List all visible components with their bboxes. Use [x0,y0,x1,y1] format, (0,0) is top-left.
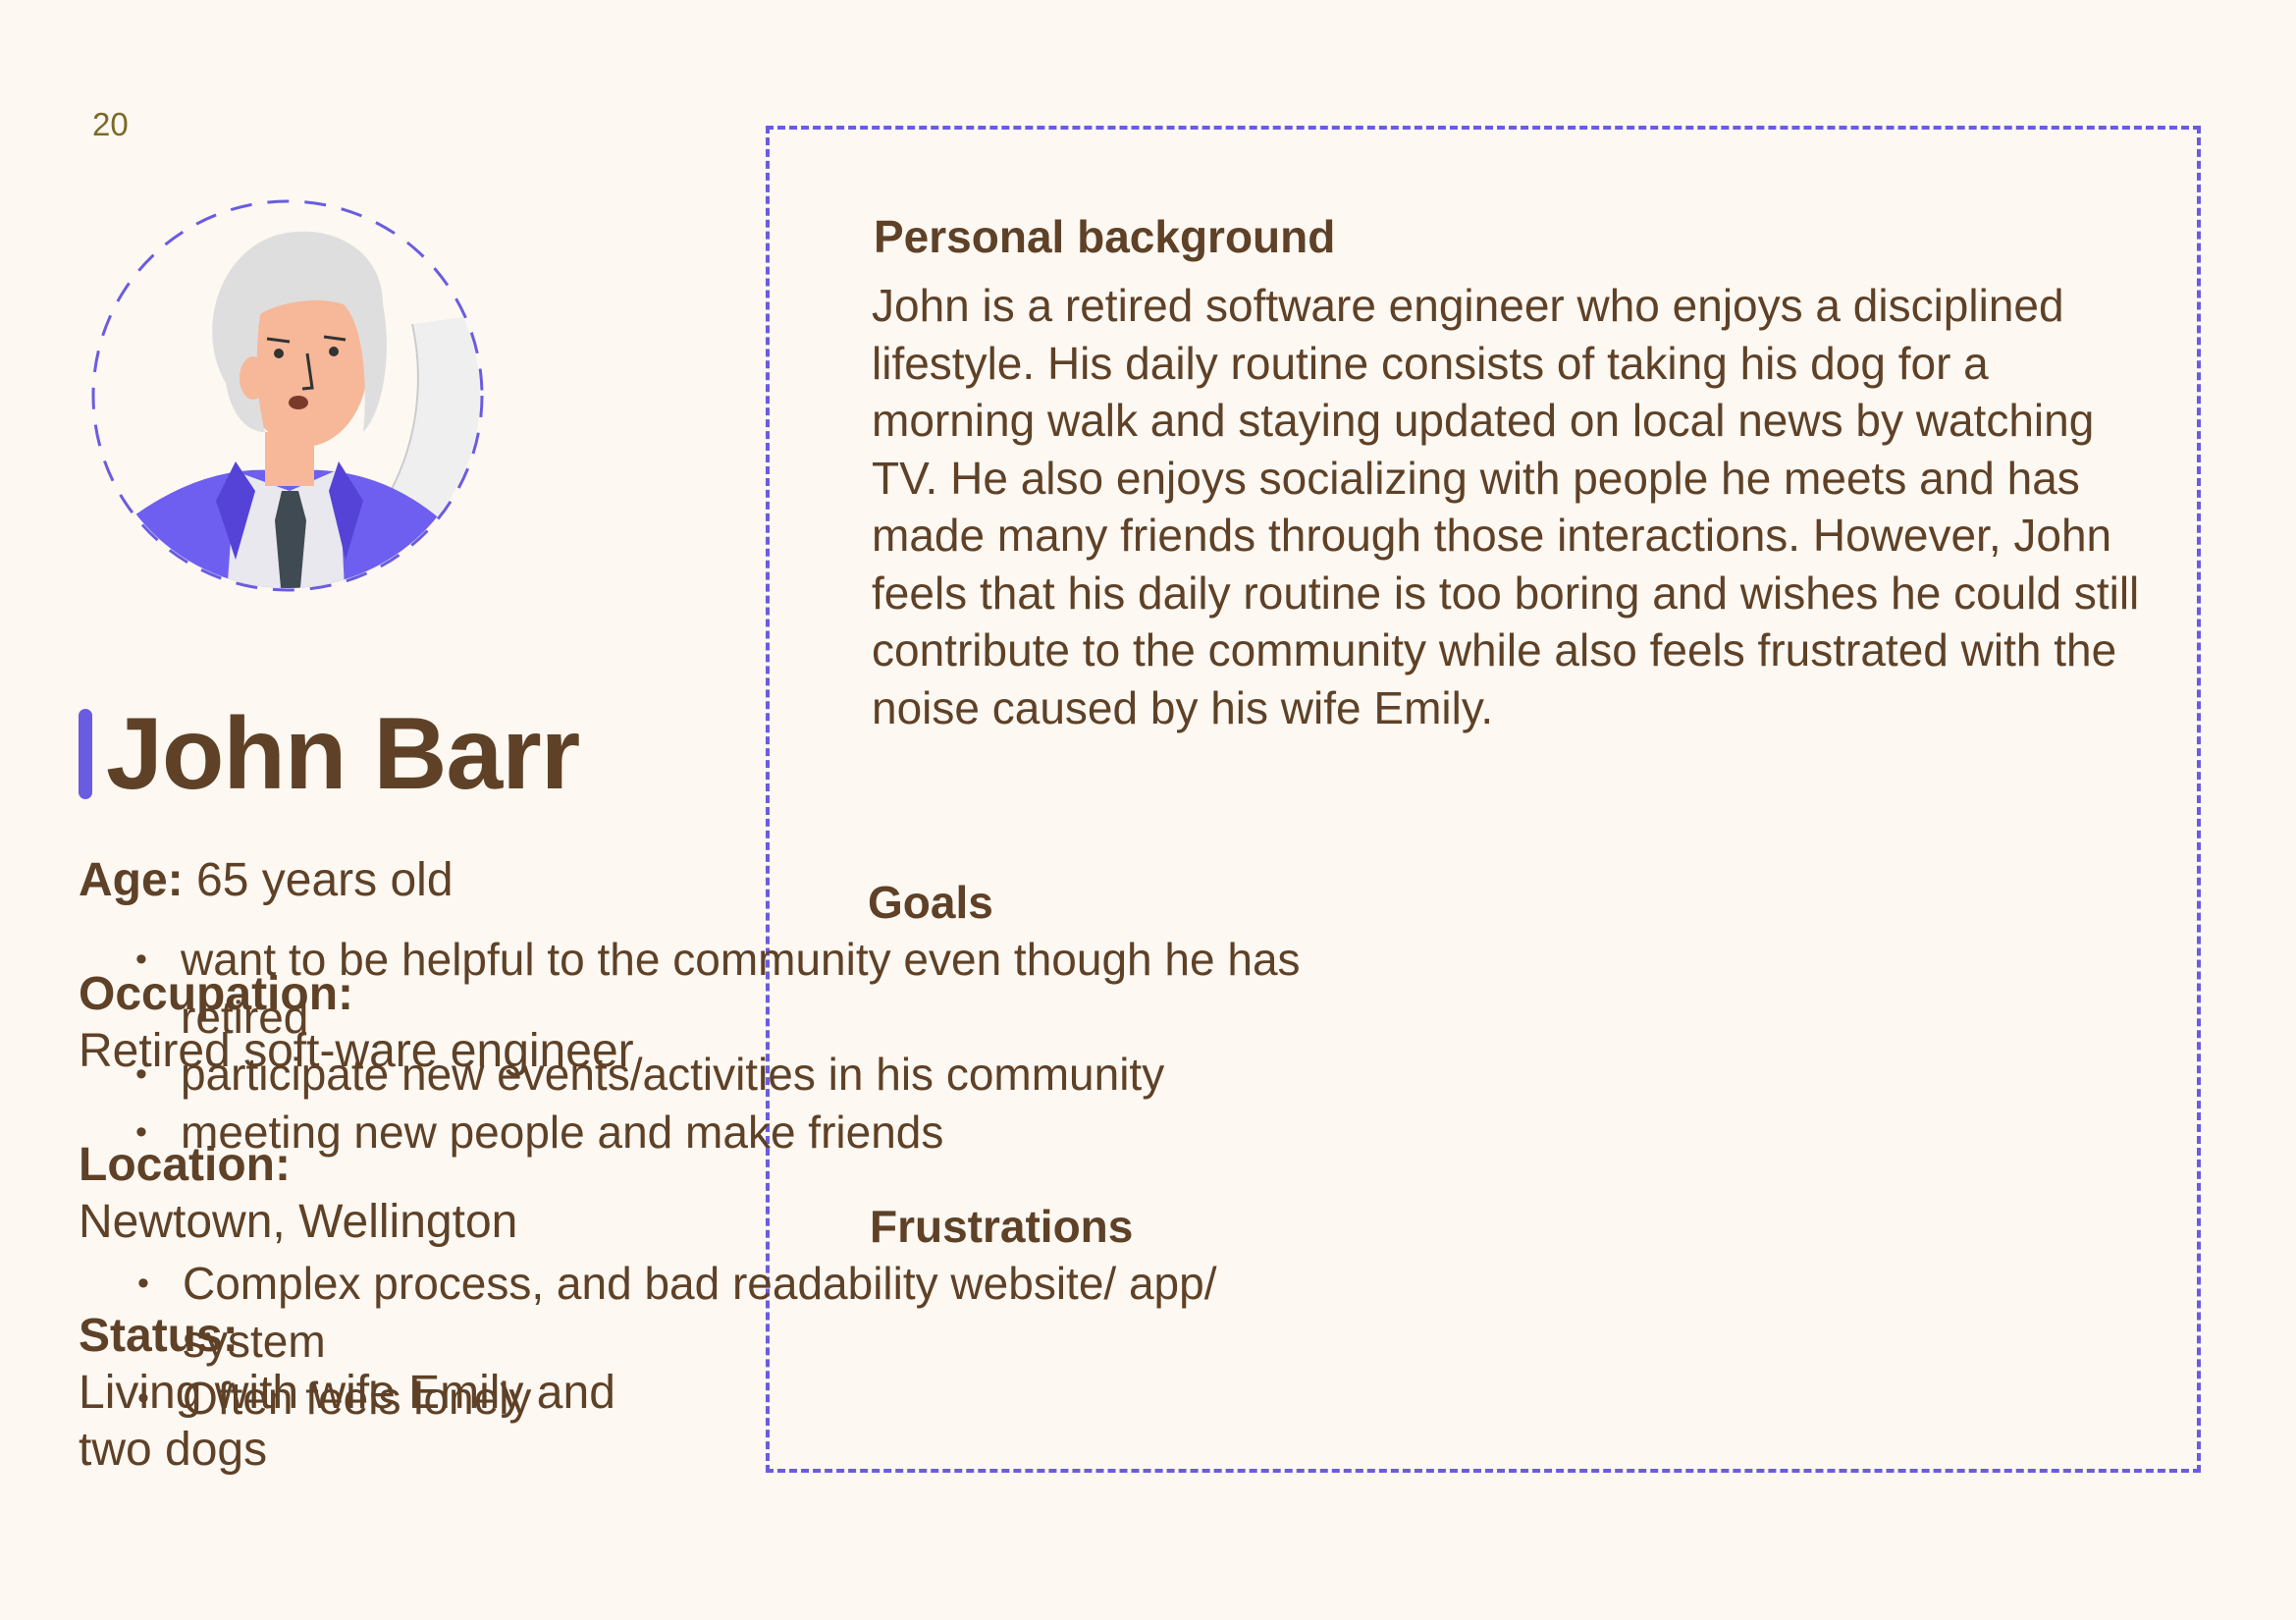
background-title: Personal background [874,211,1336,262]
persona-name: John Barr [106,697,580,811]
list-item: meeting new people and make friends [128,1104,1335,1161]
elderly-man-avatar-icon [91,199,484,592]
age-label: Age: [79,854,184,906]
persona-name-row: John Barr [79,697,580,811]
goals-list: want to be helpful to the community even… [128,931,1335,1161]
list-item: participate new events/activities in his… [128,1046,1335,1104]
avatar [88,196,487,595]
age-value: 65 years old [196,854,454,906]
location-value: Newtown, Wellington [79,1196,518,1248]
accent-bar [79,709,92,799]
frustrations-title: Frustrations [870,1201,1134,1252]
list-item: Often feels lonely [130,1370,1337,1428]
age-field: Age: 65 years old [79,852,707,909]
goals-title: Goals [868,877,993,928]
page-number: 20 [92,106,129,142]
list-item: want to be helpful to the community even… [128,931,1335,1046]
list-item: Complex process, and bad readability web… [130,1255,1337,1370]
background-text: John is a retired software engineer who … [872,280,2140,733]
frustrations-list: Complex process, and bad readability web… [130,1255,1337,1428]
